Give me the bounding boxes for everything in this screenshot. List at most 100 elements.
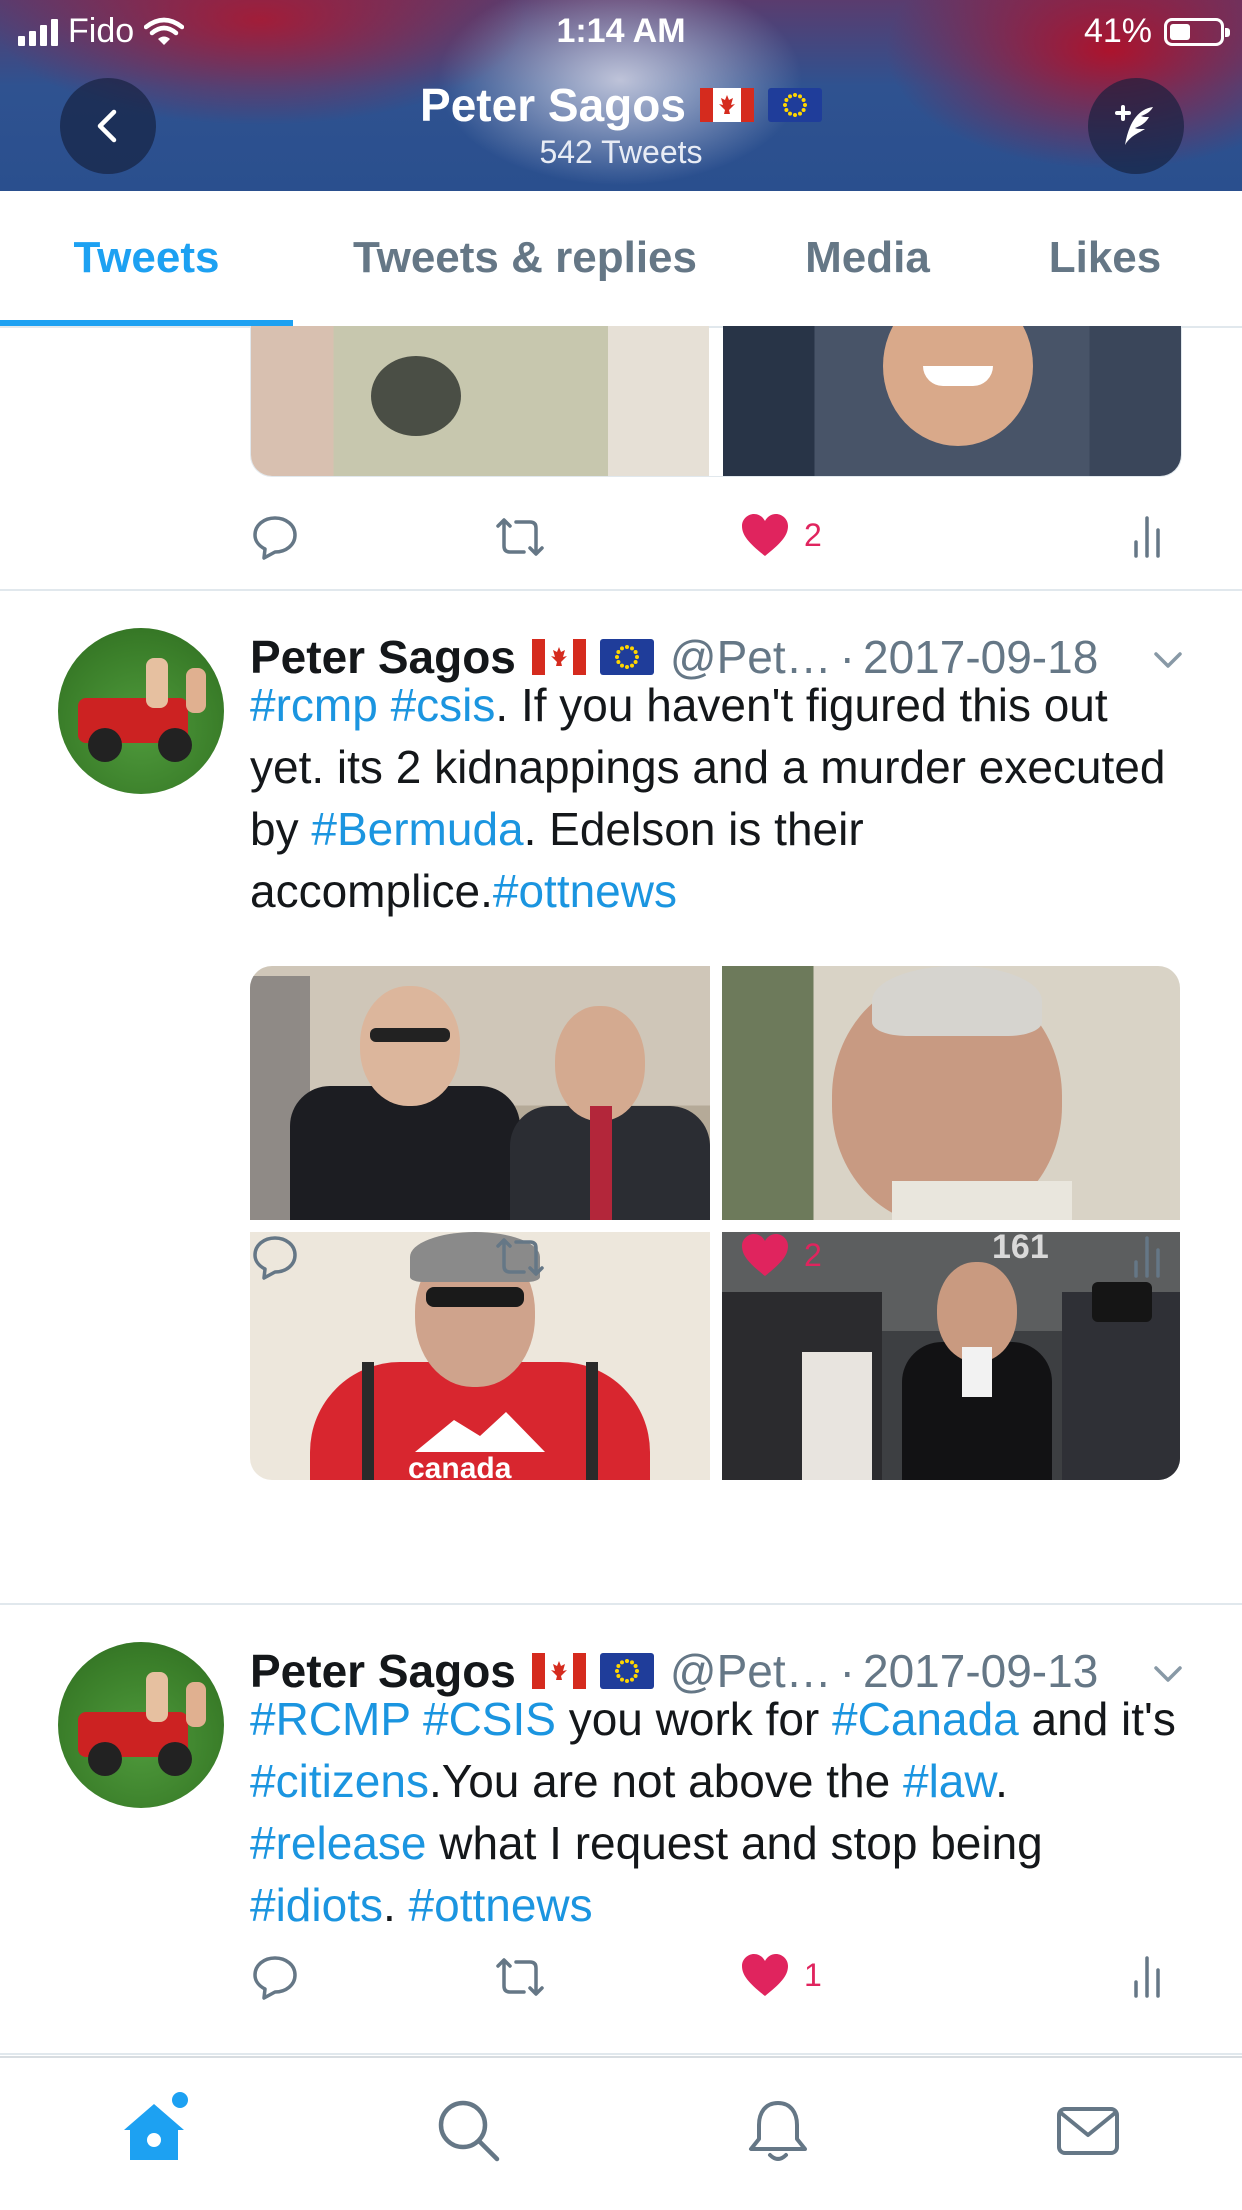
hashtag-link[interactable]: #ottnews (409, 1879, 593, 1931)
tweet-actions: 2 (250, 512, 1190, 572)
retweet-button[interactable] (490, 512, 550, 562)
canada-flag-icon (531, 1653, 586, 1689)
hashtag-link[interactable]: #idiots (250, 1879, 383, 1931)
search-icon (438, 2100, 500, 2162)
tweet-feed[interactable]: 2 Peter Sagos @Pet… · 2017-09-18 #rcmp #… (0, 326, 1242, 2056)
tweet-divider (0, 589, 1242, 591)
hashtag-link[interactable]: #ottnews (493, 865, 677, 917)
analytics-icon (1134, 1956, 1160, 1998)
tweet-photo[interactable] (722, 966, 1180, 1220)
analytics-button[interactable] (1130, 1952, 1170, 2002)
analytics-button[interactable] (1130, 512, 1170, 562)
tweet-actions: 2 (250, 1232, 1190, 1292)
tweet-text-segment: . (995, 1755, 1008, 1807)
compose-tweet-icon (1115, 105, 1153, 145)
chevron-down-icon[interactable] (1150, 1656, 1186, 1692)
tweet-photo[interactable] (251, 326, 709, 476)
tab-likes[interactable]: Likes (1000, 191, 1210, 324)
tweet-text-segment: .You are not above the (428, 1755, 903, 1807)
eu-flag-icon (599, 1653, 654, 1689)
avatar[interactable] (58, 628, 224, 794)
compose-tweet-button[interactable] (1088, 78, 1184, 174)
profile-header: Fido 1:14 AM 41% Peter Sagos 542 Tweets (0, 0, 1242, 191)
tweet-media-grid[interactable] (250, 326, 1182, 477)
hashtag-link[interactable]: #rcmp (250, 679, 378, 731)
retweet-icon (496, 1238, 544, 1276)
hashtag-link[interactable]: #law (903, 1755, 995, 1807)
hashtag-link[interactable]: #Bermuda (311, 803, 523, 855)
heart-icon (742, 514, 788, 556)
status-time: 1:14 AM (556, 12, 686, 50)
hashtag-link[interactable]: #CSIS (423, 1693, 556, 1745)
tweet-text-segment: . (382, 1879, 409, 1931)
analytics-button[interactable] (1130, 1232, 1170, 1282)
messages-tab[interactable] (1048, 2090, 1128, 2170)
eu-flag-icon (599, 639, 654, 675)
analytics-icon (1134, 1236, 1160, 1278)
tweet-text-segment: what I request and stop being (426, 1817, 1043, 1869)
avatar[interactable] (58, 1642, 224, 1808)
reply-icon (253, 1956, 297, 2000)
like-button[interactable]: 2 (740, 1232, 822, 1278)
retweet-button[interactable] (490, 1952, 550, 2002)
notifications-icon (749, 2101, 807, 2161)
tweet-count: 542 Tweets (539, 134, 703, 170)
retweet-icon (496, 1958, 544, 1996)
status-bar: Fido 1:14 AM 41% (0, 0, 1242, 60)
tweet-text-segment: you work for (555, 1693, 833, 1745)
profile-tabs: Tweets Tweets & replies Media Likes (0, 191, 1242, 328)
header-title-block: Peter Sagos 542 Tweets (0, 78, 1242, 171)
canada-flag-icon (699, 88, 754, 122)
battery-percent: 41% (1083, 12, 1152, 50)
profile-name-text: Peter Sagos (420, 79, 686, 131)
tweet-divider (0, 1603, 1242, 1605)
messages-icon (1057, 2107, 1119, 2155)
reply-button[interactable] (250, 1232, 300, 1282)
chevron-down-icon[interactable] (1150, 642, 1186, 678)
bottom-tab-bar (0, 2056, 1242, 2210)
like-count: 1 (804, 1956, 822, 1993)
hashtag-link[interactable]: #csis (391, 679, 496, 731)
reply-button[interactable] (250, 512, 300, 562)
like-count: 2 (804, 516, 822, 553)
tweet-actions: 1 (250, 1952, 1190, 2012)
tweet-photo[interactable] (723, 326, 1181, 476)
status-right: 41% (1083, 12, 1230, 51)
search-tab[interactable] (428, 2090, 508, 2170)
notifications-tab[interactable] (738, 2090, 818, 2170)
home-tab[interactable] (116, 2090, 196, 2170)
canada-flag-icon (531, 639, 586, 675)
tab-tweets[interactable]: Tweets (0, 191, 293, 324)
reply-icon (253, 516, 297, 560)
hashtag-link[interactable]: #release (250, 1817, 426, 1869)
tweet-text-segment: and it's (1018, 1693, 1176, 1745)
tweet-text: #rcmp #csis. If you haven't figured this… (250, 674, 1190, 922)
profile-name: Peter Sagos (420, 78, 822, 132)
heart-icon (742, 1234, 788, 1276)
hashtag-link[interactable]: #Canada (832, 1693, 1019, 1745)
tweet-text: #RCMP #CSIS you work for #Canada and it'… (250, 1688, 1190, 1936)
hashtag-link[interactable]: #citizens (250, 1755, 429, 1807)
tweet-text-segment (378, 679, 391, 731)
heart-icon (742, 1954, 788, 1996)
like-button[interactable]: 2 (740, 512, 822, 558)
analytics-icon (1134, 516, 1160, 558)
tweet-photo[interactable] (250, 966, 710, 1220)
battery-icon (1164, 17, 1230, 46)
photo-text: canada (408, 1452, 512, 1480)
reply-icon (253, 1236, 297, 1280)
home-icon (124, 2092, 188, 2160)
retweet-icon (496, 518, 544, 556)
eu-flag-icon (767, 88, 822, 122)
hashtag-link[interactable]: #RCMP (250, 1693, 410, 1745)
like-count: 2 (804, 1236, 822, 1273)
tweet-media-grid[interactable]: canada 161 (250, 966, 1180, 1480)
tab-media[interactable]: Media (760, 191, 975, 324)
reply-button[interactable] (250, 1952, 300, 2002)
tweet-text-segment (410, 1693, 423, 1745)
tweet-divider (0, 2053, 1242, 2055)
tab-tweets-and-replies[interactable]: Tweets & replies (310, 191, 740, 324)
battery-level (1170, 23, 1190, 40)
retweet-button[interactable] (490, 1232, 550, 1282)
like-button[interactable]: 1 (740, 1952, 822, 1998)
